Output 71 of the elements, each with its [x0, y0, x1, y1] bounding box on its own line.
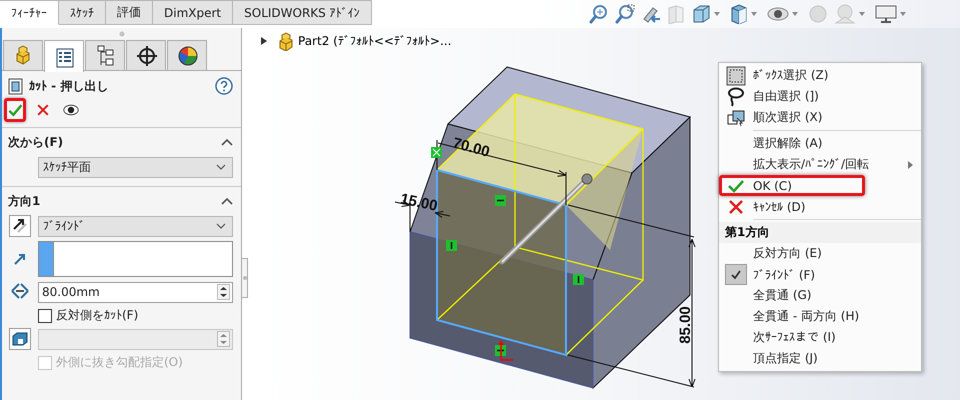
ok-button[interactable] — [4, 98, 26, 122]
caret-icon[interactable] — [751, 12, 757, 16]
relation-icon[interactable] — [495, 195, 506, 206]
menu-item[interactable]: ﾎﾞｯｸｽ選択 (Z) — [719, 65, 921, 86]
direction-handle[interactable] — [500, 174, 592, 264]
menu-item[interactable]: 次ｻｰﾌｪｽまで (I) — [719, 327, 921, 348]
grip-dot-icon[interactable] — [118, 31, 124, 37]
draft-block-icon[interactable] — [9, 328, 31, 350]
ribbon-tab[interactable]: SOLIDWORKS ｱﾄﾞｲﾝ — [233, 0, 372, 25]
menu-item[interactable]: 拡大表示/ﾊﾟﾆﾝｸﾞ/回転 — [719, 154, 921, 175]
ribbon-tab[interactable]: ｽｹｯﾁ — [59, 0, 106, 25]
ribbon-tab[interactable]: ﾌｨｰﾁｬｰ — [0, 0, 59, 25]
tree-item[interactable]: Part2 (ﾃﾞﾌｫﾙﾄ<<ﾃﾞﾌｫﾙﾄ>... — [298, 34, 452, 48]
panel-splitter-handle[interactable] — [242, 258, 248, 298]
menu-item[interactable]: 反対方向 (E) — [719, 243, 921, 264]
spin-arrows-icon[interactable] — [217, 284, 230, 300]
checkmark-icon — [731, 270, 741, 280]
eye-icon[interactable] — [767, 7, 789, 21]
checkbox-label: 外側に抜き勾配指定(O) — [56, 354, 183, 371]
monitor-icon[interactable] — [875, 4, 897, 24]
relation-icon[interactable] — [573, 274, 584, 285]
magnifier-icon[interactable] — [589, 4, 609, 24]
checkbox-label: 反対側をｶｯﾄ(F) — [56, 307, 138, 324]
cut-extrude-icon — [8, 77, 24, 95]
chevron-up-icon[interactable] — [221, 138, 233, 146]
checkbox[interactable] — [38, 308, 52, 322]
menu-item[interactable]: 自由選択 (]) — [719, 86, 921, 107]
menu-item[interactable]: 全貫通 (G) — [719, 285, 921, 306]
box-select-icon — [726, 66, 746, 86]
chevron-down-icon — [216, 164, 226, 170]
selection-box[interactable] — [38, 241, 233, 277]
menu-item[interactable]: 全貫通 - 両方向 (H) — [719, 306, 921, 327]
menu-item[interactable]: 頂点指定 (J) — [719, 348, 921, 369]
caret-icon[interactable] — [714, 12, 720, 16]
ribbon-tab[interactable]: DimXpert — [153, 0, 234, 25]
panel-title: ｶｯﾄ - 押し出し — [29, 78, 110, 94]
menu-item[interactable]: ﾌﾞﾗｲﾝﾄﾞ (F) — [719, 264, 921, 285]
stacked-windows-icon — [726, 108, 746, 128]
dimension-label[interactable]: 85.00 — [677, 306, 694, 344]
number-field[interactable]: 80.00mm — [38, 282, 233, 302]
dropdown[interactable]: ｽｹｯﾁ平面 — [38, 156, 233, 178]
caret-icon[interactable] — [792, 12, 798, 16]
menu-item[interactable]: ｷｬﾝｾﾙ (D) — [719, 196, 921, 217]
panel-tab[interactable] — [167, 40, 207, 70]
menu-item[interactable]: OK (C) — [719, 175, 865, 196]
caret-icon[interactable] — [859, 12, 865, 16]
section-title: 方向1 — [8, 192, 40, 210]
origin-axis-icon — [498, 340, 513, 361]
panel-tab[interactable] — [126, 40, 166, 70]
magnifier-icon[interactable] — [615, 4, 635, 24]
cube-view-icon[interactable] — [691, 4, 711, 24]
menu-item[interactable]: 選択解除 (A) — [719, 133, 921, 154]
arrow-icon — [13, 252, 27, 266]
ribbon-tab[interactable]: 評価 — [106, 0, 153, 25]
help-icon[interactable] — [215, 77, 233, 95]
lasso-icon — [726, 86, 746, 106]
submenu-arrow-icon — [908, 160, 913, 168]
cube-icon[interactable] — [730, 4, 748, 24]
panel-tab[interactable] — [85, 40, 125, 70]
relation-icon[interactable] — [446, 240, 457, 251]
grip-dot-icon — [242, 276, 246, 280]
section-title: 次から(F) — [8, 134, 64, 150]
menu-item[interactable]: 順次選択 (X) — [719, 107, 921, 128]
dropdown[interactable]: ﾌﾞﾗｲﾝﾄﾞ — [38, 216, 233, 236]
panel-tab[interactable] — [44, 40, 84, 72]
chevron-down-icon — [216, 223, 226, 229]
relation-icon[interactable] — [495, 345, 506, 356]
chevron-up-icon[interactable] — [221, 197, 233, 205]
caret-icon[interactable] — [900, 12, 906, 16]
collapsed-arrow-icon[interactable] — [260, 36, 268, 46]
menu-section-header: 第1方向 — [719, 222, 921, 243]
